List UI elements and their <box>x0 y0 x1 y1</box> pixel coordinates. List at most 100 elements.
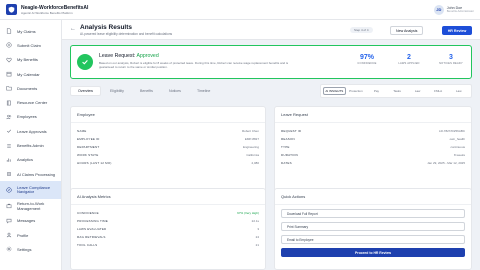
page-header: ← Analysis Results AI-powered leave elig… <box>62 20 480 40</box>
print-summary-button[interactable]: Print Summary <box>281 222 465 231</box>
sidebar-item-leave-approvals[interactable]: Leave Approvals <box>0 124 61 138</box>
chart-icon <box>6 157 12 163</box>
detail-row: DATES Jan 29, 2025 - Mar 12, 2025 <box>275 159 471 167</box>
filter-tasks[interactable]: Tasks <box>387 88 408 94</box>
detail-key: HOURS (LAST 12 MO) <box>77 161 112 165</box>
card-title: Employee <box>71 107 265 123</box>
sidebar-item-label: Leave Approvals <box>17 128 47 134</box>
detail-row: PROCESSING TIME 22.1s <box>71 217 265 225</box>
detail-value: LR-7827/0/256ABC <box>438 129 465 133</box>
detail-row: TOOL CALLS 21 <box>71 241 265 249</box>
sidebar-item-resource-center[interactable]: Resource Center <box>0 95 61 109</box>
app-logo <box>6 4 17 15</box>
new-analysis-button[interactable]: New Analysis <box>390 26 424 35</box>
gear-icon <box>6 246 12 252</box>
sidebar-item-analytics[interactable]: Analytics <box>0 153 61 167</box>
page-title: Analysis Results <box>80 24 133 31</box>
plus-circle-icon <box>6 42 12 48</box>
filter-protection[interactable]: Protection <box>346 88 367 94</box>
user-role: Benefits Administrator <box>446 8 474 13</box>
sidebar-item-settings[interactable]: Settings <box>0 242 61 256</box>
sidebar-item-label: My Claims <box>17 28 36 34</box>
compass-icon <box>6 187 12 193</box>
detail-key: NAME <box>77 129 87 133</box>
message-icon <box>6 218 12 224</box>
top-bar: Neagle-WorkforceBenefitsAI Agentic AI Wo… <box>0 0 480 20</box>
sidebar-item-employees[interactable]: Employees <box>0 110 61 124</box>
filter-law[interactable]: Law <box>407 88 428 94</box>
hr-review-button[interactable]: HR Review <box>442 26 472 35</box>
tab-notices[interactable]: Notices <box>162 87 188 95</box>
sidebar-item-label: AI Claims Processing <box>17 171 56 177</box>
sidebar-item-return-to-work-management[interactable]: Return-to-Work Management <box>0 199 61 213</box>
detail-value: California <box>246 153 259 157</box>
proceed-hr-review-button[interactable]: Proceed to HR Review <box>281 248 465 257</box>
tab-eligibility[interactable]: Eligibility <box>103 87 131 95</box>
step-badge: Step 4 of 4 <box>350 27 373 33</box>
tab-benefits[interactable]: Benefits <box>133 87 160 95</box>
quick-actions-card: Quick Actions Download Full Report Print… <box>274 188 472 270</box>
sidebar: My Claims Submit Claim My Benefits My Calen… <box>0 20 62 270</box>
detail-value: Jan 29, 2025 - Mar 12, 2025 <box>427 161 465 165</box>
sidebar-item-messages[interactable]: Messages <box>0 214 61 228</box>
filter-fmla[interactable]: FMLA <box>428 88 449 94</box>
detail-row: LAWS EVALUATED 3 <box>71 225 265 233</box>
stat-notices-ready: 3 NOTICES READY <box>439 54 463 65</box>
result-summary-card: Leave Request: Approved Based on our ana… <box>70 45 472 79</box>
detail-row: EMPLOYEE ID EMP-8827 <box>71 135 265 143</box>
detail-key: EMPLOYEE ID <box>77 137 100 141</box>
detail-value: EMP-8827 <box>244 137 259 141</box>
detail-row: TYPE continuous <box>275 143 471 151</box>
sidebar-item-benefits-admin[interactable]: Benefits Admin <box>0 138 61 152</box>
card-title: AI Analysis Metrics <box>71 189 265 205</box>
sidebar-item-label: My Benefits <box>17 57 38 63</box>
detail-key: DURATION <box>281 153 299 157</box>
sidebar-item-ai-claims-processing[interactable]: AI Claims Processing <box>0 167 61 181</box>
sidebar-item-label: Messages <box>17 218 36 224</box>
check-icon <box>6 128 12 134</box>
user-menu[interactable]: JD John Doe Benefits Administrator <box>433 4 474 15</box>
sidebar-item-my-calendar[interactable]: My Calendar <box>0 67 61 81</box>
user-icon <box>6 232 12 238</box>
filter-pay[interactable]: Pay <box>366 88 387 94</box>
book-icon <box>6 100 12 106</box>
tab-timeline[interactable]: Timeline <box>190 87 217 95</box>
detail-value: 97% (Very High) <box>237 211 259 215</box>
detail-key: PROCESSING TIME <box>77 219 108 223</box>
detail-value: 2,080 <box>251 161 259 165</box>
detail-row: WORK STATE California <box>71 151 265 159</box>
detail-row: RAG RETRIEVALS 24 <box>71 233 265 241</box>
briefcase-icon <box>6 203 12 209</box>
email-employee-button[interactable]: Email to Employee <box>281 235 465 244</box>
detail-row: DEPARTMENT Engineering <box>71 143 265 151</box>
sidebar-item-label: Resource Center <box>17 100 48 106</box>
back-arrow-icon[interactable]: ← <box>70 26 76 32</box>
users-icon <box>6 114 12 120</box>
file-icon <box>6 28 12 34</box>
status-badge: Approved <box>136 53 159 59</box>
detail-row: DURATION 8 weeks <box>275 151 471 159</box>
sidebar-item-leave-compliance-navigator[interactable]: Leave Compliance Navigator <box>0 181 61 200</box>
sidebar-item-my-claims[interactable]: My Claims <box>0 24 61 38</box>
sidebar-item-documents[interactable]: Documents <box>0 81 61 95</box>
filter-ai-insights[interactable]: AI INSIGHTS <box>323 87 346 95</box>
detail-row: CONFIDENCE 97% (Very High) <box>71 209 265 217</box>
detail-key: REASON <box>281 137 295 141</box>
sidebar-item-my-benefits[interactable]: My Benefits <box>0 53 61 67</box>
filter-law-2[interactable]: Law <box>448 88 469 94</box>
sidebar-item-submit-claim[interactable]: Submit Claim <box>0 38 61 52</box>
download-report-button[interactable]: Download Full Report <box>281 209 465 218</box>
sidebar-item-profile[interactable]: Profile <box>0 228 61 242</box>
avatar[interactable]: JD <box>433 4 444 15</box>
settings-icon <box>6 143 12 149</box>
card-title: Quick Actions <box>275 189 471 205</box>
heart-icon <box>6 57 12 63</box>
tab-overview[interactable]: Overview <box>70 86 101 96</box>
detail-value: 3 <box>257 227 259 231</box>
sidebar-item-label: Settings <box>17 246 32 252</box>
detail-value: Robert Chen <box>241 129 259 133</box>
stat-laws-applied: 2 LAWS APPLIED <box>398 54 420 65</box>
sidebar-item-label: Submit Claim <box>17 42 41 48</box>
detail-key: DATES <box>281 161 292 165</box>
sidebar-item-label: Documents <box>17 85 38 91</box>
